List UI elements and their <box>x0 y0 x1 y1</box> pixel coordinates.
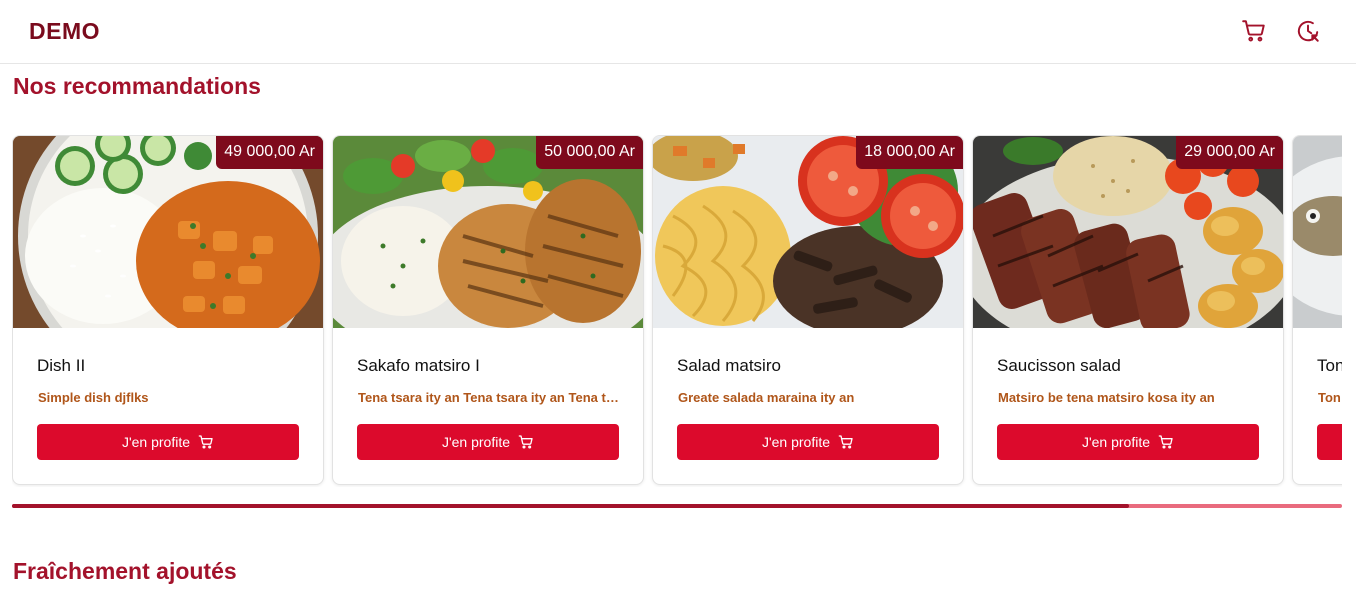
price-badge: 18 000,00 Ar <box>856 136 963 169</box>
order-button-label: J'en profite <box>441 434 511 450</box>
fresh-section-title: Fraîchement ajoutés <box>13 558 237 584</box>
price-badge: 50 000,00 Ar <box>536 136 643 169</box>
dish-image: 50 000,00 Ar <box>333 136 643 328</box>
dish-description: Tena tsara ity an Tena tsara ity an Tena… <box>358 390 620 405</box>
dish-card[interactable]: Ton Ton <box>1292 135 1342 485</box>
order-button[interactable]: J'en profite <box>357 424 619 460</box>
carousel-scrollbar-thumb[interactable] <box>12 504 1130 508</box>
cart-icon <box>518 435 533 449</box>
recommendations-title: Nos recommandations <box>13 73 261 99</box>
cart-icon <box>1158 435 1173 449</box>
dish-name: Salad matsiro <box>677 356 781 375</box>
dish-name: Sakafo matsiro I <box>357 356 480 375</box>
order-button[interactable]: J'en profite <box>37 424 299 460</box>
price-badge: 49 000,00 Ar <box>216 136 323 169</box>
top-header: DEMO <box>0 0 1356 64</box>
dish-description: Simple dish djflks <box>38 390 149 405</box>
order-button-label: J'en profite <box>1081 434 1151 450</box>
dish-card[interactable]: 18 000,00 Ar Salad matsiro Greate salada… <box>652 135 964 485</box>
dish-description: Ton <box>1318 390 1341 405</box>
dish-card[interactable]: 29 000,00 Ar Saucisson salad Matsiro be … <box>972 135 1284 485</box>
dish-name: Dish II <box>37 356 86 375</box>
order-button[interactable] <box>1317 424 1342 460</box>
cart-icon <box>838 435 853 449</box>
dish-card[interactable]: 49 000,00 Ar Dish II Simple dish djflks … <box>12 135 324 485</box>
dish-name: Ton <box>1317 356 1342 375</box>
cart-icon <box>198 435 213 449</box>
order-button[interactable]: J'en profite <box>677 424 939 460</box>
order-button[interactable]: J'en profite <box>997 424 1259 460</box>
logo[interactable]: DEMO <box>29 18 100 45</box>
cart-icon[interactable] <box>1241 18 1267 44</box>
dish-name: Saucisson salad <box>997 356 1121 375</box>
dish-image: 18 000,00 Ar <box>653 136 963 328</box>
order-button-label: J'en profite <box>761 434 831 450</box>
dish-card[interactable]: 50 000,00 Ar Sakafo matsiro I Tena tsara… <box>332 135 644 485</box>
dish-image: 49 000,00 Ar <box>13 136 323 328</box>
dish-image: 29 000,00 Ar <box>973 136 1283 328</box>
clock-history-icon[interactable] <box>1295 18 1321 44</box>
dish-description: Greate salada maraina ity an <box>678 390 855 405</box>
order-button-label: J'en profite <box>121 434 191 450</box>
dish-image <box>1293 136 1342 328</box>
dish-description: Matsiro be tena matsiro kosa ity an <box>998 390 1215 405</box>
price-badge: 29 000,00 Ar <box>1176 136 1283 169</box>
carousel-scrollbar[interactable] <box>12 504 1342 508</box>
recommendations-carousel[interactable]: 49 000,00 Ar Dish II Simple dish djflks … <box>12 135 1342 487</box>
